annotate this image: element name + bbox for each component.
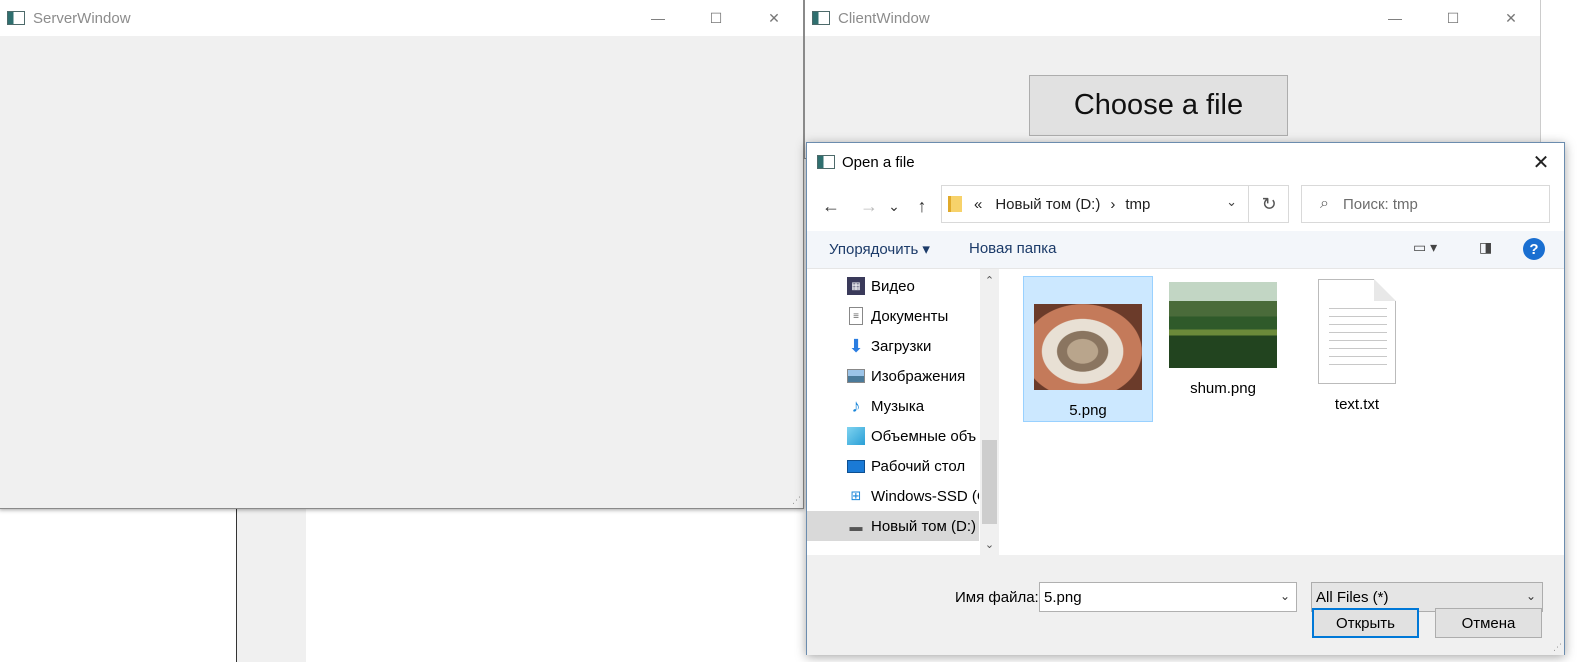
- breadcrumb-folder[interactable]: tmp: [1125, 196, 1150, 213]
- file-name: text.txt: [1334, 396, 1380, 413]
- minimize-icon[interactable]: —: [629, 0, 687, 36]
- organize-button[interactable]: Упорядочить ▾: [829, 240, 930, 258]
- nav-item-windows-ssd[interactable]: ⊞ Windows-SSD (C: [807, 481, 979, 511]
- resize-grip-icon[interactable]: ⋰: [792, 495, 801, 506]
- search-box[interactable]: ⌕ Поиск: tmp: [1301, 185, 1550, 223]
- desktop-icon: [847, 459, 865, 473]
- search-icon: ⌕: [1320, 195, 1329, 212]
- music-icon: ♪: [851, 395, 861, 416]
- file-name-field[interactable]: 5.png ⌄: [1039, 582, 1297, 612]
- nav-item-label: Загрузки: [871, 337, 932, 355]
- nav-item-label: Объемные объ: [871, 427, 977, 445]
- downloads-icon: ⬇: [848, 335, 864, 356]
- nav-item-documents[interactable]: ≡ Документы: [807, 301, 979, 331]
- open-button[interactable]: Открыть: [1312, 608, 1419, 638]
- nav-item-label: Изображения: [871, 367, 966, 385]
- dialog-footer: Имя файла: 5.png ⌄ All Files (*) ⌄ ⋰: [807, 555, 1564, 655]
- scroll-up-icon[interactable]: ⌃: [980, 271, 999, 289]
- file-item[interactable]: shum.png: [1158, 276, 1288, 422]
- nav-item-video[interactable]: ▦ Видео: [807, 271, 979, 301]
- file-item[interactable]: 5.png: [1023, 276, 1153, 422]
- file-type-value: All Files (*): [1316, 588, 1389, 606]
- app-icon: [817, 155, 835, 169]
- 3d-objects-icon: [847, 427, 865, 445]
- nav-item-3d-objects[interactable]: Объемные объ: [807, 421, 979, 451]
- navigation-pane: ▦ Видео ≡ Документы ⬇ Загрузки Изображен…: [807, 269, 1000, 555]
- close-icon[interactable]: ✕: [745, 0, 803, 36]
- windows-drive-icon: ⊞: [850, 488, 862, 503]
- file-name-label: Имя файла:: [955, 589, 1039, 606]
- new-folder-button[interactable]: Новая папка: [969, 240, 1056, 257]
- nav-item-label: Документы: [871, 307, 949, 325]
- help-icon[interactable]: ?: [1523, 238, 1545, 260]
- client-window-title: ClientWindow: [838, 9, 930, 27]
- background-panel: [237, 508, 306, 662]
- dialog-title: Open a file: [842, 153, 915, 171]
- chevron-down-icon[interactable]: ⌄: [1526, 589, 1536, 603]
- nav-item-downloads[interactable]: ⬇ Загрузки: [807, 331, 979, 361]
- app-icon: [812, 11, 830, 25]
- up-icon[interactable]: ↑: [910, 193, 934, 219]
- refresh-icon[interactable]: ↻: [1248, 185, 1289, 223]
- file-name: 5.png: [1069, 402, 1107, 419]
- file-name: shum.png: [1190, 380, 1256, 397]
- address-dropdown-icon[interactable]: ⌄: [1226, 194, 1237, 210]
- file-item[interactable]: text.txt: [1292, 276, 1422, 422]
- resize-grip-icon[interactable]: ⋰: [1553, 642, 1562, 653]
- minimize-icon[interactable]: —: [1366, 0, 1424, 36]
- nav-item-label: Windows-SSD (C: [871, 487, 979, 505]
- dialog-titlebar[interactable]: Open a file ✕: [807, 143, 1564, 181]
- image-thumbnail: [1034, 304, 1142, 390]
- address-bar[interactable]: « Новый том (D:) › tmp ⌄: [941, 185, 1289, 223]
- maximize-icon[interactable]: ☐: [687, 0, 745, 36]
- nav-item-label: Рабочий стол: [871, 457, 966, 475]
- image-thumbnail: [1169, 282, 1277, 368]
- client-window: ClientWindow — ☐ ✕ Choose a file: [804, 0, 1541, 159]
- scroll-down-icon[interactable]: ⌄: [980, 535, 999, 553]
- nav-item-music[interactable]: ♪ Музыка: [807, 391, 979, 421]
- client-titlebar[interactable]: ClientWindow — ☐ ✕: [805, 0, 1540, 36]
- choose-file-button[interactable]: Choose a file: [1029, 75, 1288, 136]
- text-file-icon: [1318, 279, 1396, 384]
- search-input[interactable]: Поиск: tmp: [1343, 196, 1418, 213]
- forward-icon[interactable]: →: [855, 193, 883, 219]
- breadcrumb-separator-icon[interactable]: ›: [1110, 196, 1115, 213]
- pictures-icon: [847, 369, 865, 383]
- preview-pane-icon[interactable]: ◨: [1479, 239, 1492, 256]
- nav-item-label: Новый том (D:): [871, 517, 976, 535]
- command-bar: Упорядочить ▾ Новая папка ▭ ▾ ◨ ?: [807, 231, 1564, 269]
- nav-item-pictures[interactable]: Изображения: [807, 361, 979, 391]
- nav-item-label: Музыка: [871, 397, 925, 415]
- video-icon: ▦: [847, 277, 865, 295]
- drive-icon: ▬: [849, 518, 863, 534]
- navigation-bar: ← → ⌄ ↑ « Новый том (D:) › tmp ⌄ ↻ ⌕ Пои…: [807, 181, 1564, 231]
- cancel-button[interactable]: Отмена: [1435, 608, 1542, 638]
- folder-icon: [948, 196, 962, 212]
- view-options-icon[interactable]: ▭ ▾: [1413, 239, 1437, 256]
- open-file-dialog: Open a file ✕ ← → ⌄ ↑ « Новый том (D:) ›…: [806, 142, 1565, 655]
- close-icon[interactable]: ✕: [1518, 143, 1564, 181]
- documents-icon: ≡: [849, 307, 863, 325]
- scroll-thumb[interactable]: [982, 440, 997, 524]
- close-icon[interactable]: ✕: [1482, 0, 1540, 36]
- back-icon[interactable]: ←: [817, 193, 845, 219]
- chevron-down-icon[interactable]: ⌄: [1280, 589, 1290, 603]
- nav-scrollbar[interactable]: ⌃ ⌄: [980, 269, 999, 555]
- nav-item-label: Видео: [871, 277, 915, 295]
- maximize-icon[interactable]: ☐: [1424, 0, 1482, 36]
- server-window: ServerWindow — ☐ ✕ ⋰: [0, 0, 804, 509]
- nav-item-desktop[interactable]: Рабочий стол: [807, 451, 979, 481]
- server-titlebar[interactable]: ServerWindow — ☐ ✕: [0, 0, 803, 36]
- file-list: 5.png shum.png text.txt: [1000, 269, 1564, 555]
- app-icon: [7, 11, 25, 25]
- nav-item-new-volume[interactable]: ▬ Новый том (D:): [807, 511, 979, 541]
- recent-locations-icon[interactable]: ⌄: [885, 193, 903, 219]
- breadcrumb-drive[interactable]: Новый том (D:): [995, 196, 1100, 213]
- server-window-title: ServerWindow: [33, 9, 131, 27]
- breadcrumb-overflow[interactable]: «: [974, 196, 982, 213]
- file-name-value[interactable]: 5.png: [1044, 589, 1082, 606]
